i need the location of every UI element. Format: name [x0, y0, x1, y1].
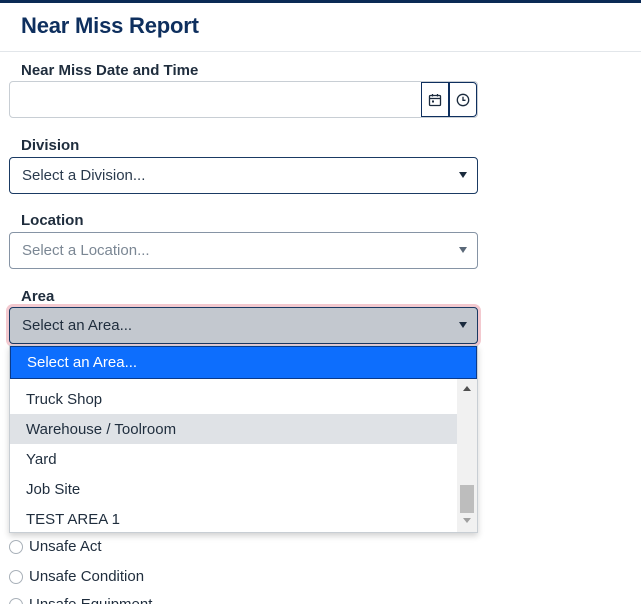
- chevron-down-icon: [459, 172, 467, 178]
- radio-option-unsafe-act[interactable]: Unsafe Act: [9, 538, 102, 555]
- radio-button[interactable]: [9, 539, 23, 554]
- division-select-value: Select a Division...: [22, 167, 146, 184]
- dropdown-option[interactable]: TEST AREA 1: [10, 504, 457, 532]
- dropdown-option-highlighted[interactable]: Select an Area...: [10, 346, 477, 379]
- chevron-down-icon: [459, 322, 467, 328]
- page-header: Near Miss Report: [0, 3, 641, 52]
- area-label: Area: [21, 288, 55, 305]
- dropdown-option[interactable]: Job Site: [10, 474, 457, 504]
- clock-icon: [456, 93, 470, 106]
- scroll-down-arrow-icon[interactable]: [463, 518, 471, 523]
- location-select[interactable]: Select a Location...: [9, 232, 478, 269]
- dropdown-scrollbar[interactable]: [457, 379, 477, 532]
- clock-button[interactable]: [449, 82, 477, 117]
- page-title: Near Miss Report: [21, 13, 199, 38]
- scroll-up-arrow-icon[interactable]: [463, 386, 471, 391]
- dropdown-option[interactable]: Yard: [10, 444, 457, 474]
- radio-button[interactable]: [9, 569, 23, 584]
- location-select-value: Select a Location...: [22, 242, 150, 259]
- radio-label: Unsafe Condition: [29, 568, 145, 585]
- scrollbar-thumb[interactable]: [460, 485, 474, 513]
- area-dropdown-list[interactable]: Select an Area... Truck Shop Warehouse /…: [9, 345, 478, 533]
- location-label: Location: [21, 212, 84, 229]
- calendar-icon: [428, 93, 442, 106]
- radio-option-unsafe-condition[interactable]: Unsafe Condition: [9, 568, 144, 585]
- calendar-button[interactable]: [421, 82, 449, 117]
- radio-option-unsafe-equipment[interactable]: Unsafe Equipment: [9, 596, 152, 604]
- radio-label: Unsafe Act: [29, 538, 102, 555]
- area-select[interactable]: Select an Area...: [9, 307, 478, 344]
- datetime-input[interactable]: [9, 81, 478, 118]
- area-select-value: Select an Area...: [22, 317, 133, 334]
- dropdown-option-hovered[interactable]: Warehouse / Toolroom: [10, 414, 457, 444]
- radio-label: Unsafe Equipment: [29, 596, 152, 604]
- division-select[interactable]: Select a Division...: [9, 157, 478, 194]
- radio-button[interactable]: [9, 597, 23, 604]
- division-label: Division: [21, 137, 80, 154]
- datetime-label: Near Miss Date and Time: [21, 62, 199, 79]
- chevron-down-icon: [459, 247, 467, 253]
- dropdown-option[interactable]: Truck Shop: [10, 384, 457, 414]
